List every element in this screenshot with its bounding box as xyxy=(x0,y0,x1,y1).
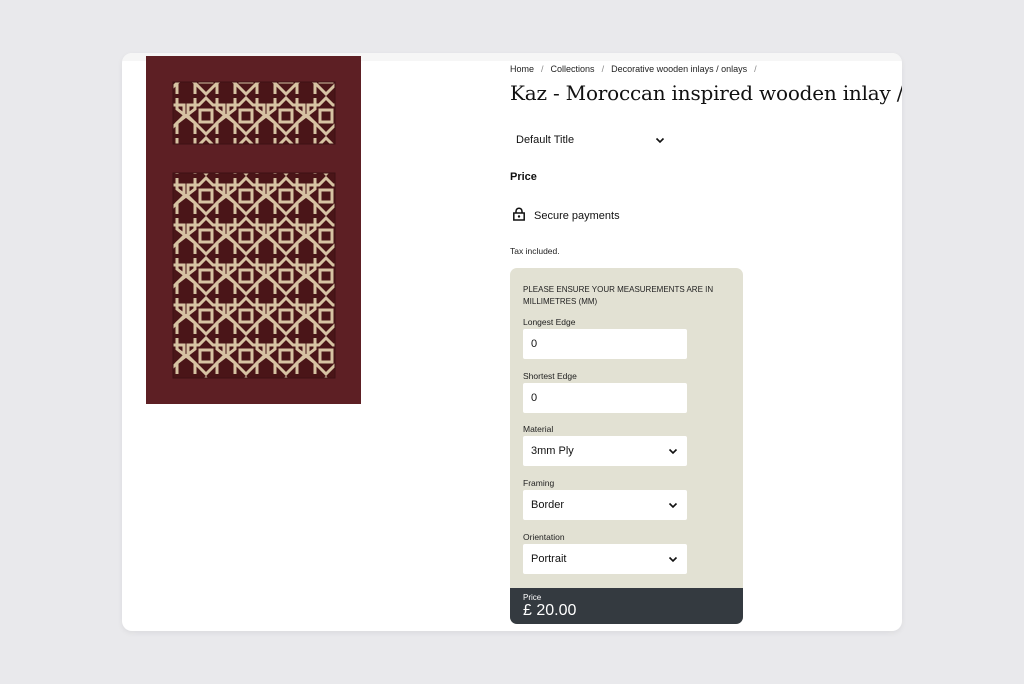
secure-payments-label: Secure payments xyxy=(534,209,620,222)
material-select[interactable]: 3mm Ply xyxy=(523,436,687,466)
framing-value: Border xyxy=(531,499,565,511)
breadcrumb: Home / Collections / Decorative wooden inlay… xyxy=(510,64,764,74)
calculated-price-value: £ 20.00 xyxy=(523,602,577,619)
breadcrumb-separator: / xyxy=(601,64,605,74)
orientation-value: Portrait xyxy=(531,553,567,565)
longest-edge-value: 0 xyxy=(531,338,538,350)
variant-select[interactable]: Default Title xyxy=(510,128,670,152)
breadcrumb-separator: / xyxy=(541,64,544,74)
framing-select[interactable]: Border xyxy=(523,490,687,520)
shortest-edge-value: 0 xyxy=(531,392,538,404)
breadcrumb-decorative-inlays[interactable]: Decorative wooden inlays / onlays xyxy=(611,64,747,74)
framing-label: Framing xyxy=(523,478,555,488)
lock-icon xyxy=(512,207,526,224)
price-label: Price xyxy=(510,171,537,183)
material-value: 3mm Ply xyxy=(531,445,574,457)
variant-selected-value: Default Title xyxy=(516,134,575,146)
orientation-label: Orientation xyxy=(523,532,565,542)
tax-note: Tax included. xyxy=(510,246,560,256)
calculated-price-bar: Price £ 20.00 xyxy=(510,588,743,624)
material-label: Material xyxy=(523,424,554,434)
measurement-notice: PLEASE ENSURE YOUR MEASUREMENTS ARE IN M… xyxy=(523,285,714,306)
shortest-edge-label: Shortest Edge xyxy=(523,371,577,381)
breadcrumb-home[interactable]: Home xyxy=(510,64,534,74)
chevron-down-icon xyxy=(667,553,679,565)
calculated-price-label: Price xyxy=(523,593,542,602)
product-card: Home / Collections / Decorative wooden inlay… xyxy=(122,53,902,631)
longest-edge-label: Longest Edge xyxy=(523,317,576,327)
chevron-down-icon xyxy=(654,134,666,146)
breadcrumb-collections[interactable]: Collections xyxy=(551,64,595,74)
measurement-calculator: PLEASE ENSURE YOUR MEASUREMENTS ARE IN M… xyxy=(510,268,743,624)
chevron-down-icon xyxy=(667,499,679,511)
product-image[interactable] xyxy=(146,56,361,404)
chevron-down-icon xyxy=(667,445,679,457)
moroccan-panel-illustration xyxy=(146,56,361,404)
longest-edge-input[interactable]: 0 xyxy=(523,329,687,359)
secure-payments: Secure payments xyxy=(512,207,620,224)
orientation-select[interactable]: Portrait xyxy=(523,544,687,574)
product-title: Kaz - Moroccan inspired wooden inlay / o… xyxy=(510,81,902,105)
shortest-edge-input[interactable]: 0 xyxy=(523,383,687,413)
breadcrumb-separator: / xyxy=(754,64,757,74)
